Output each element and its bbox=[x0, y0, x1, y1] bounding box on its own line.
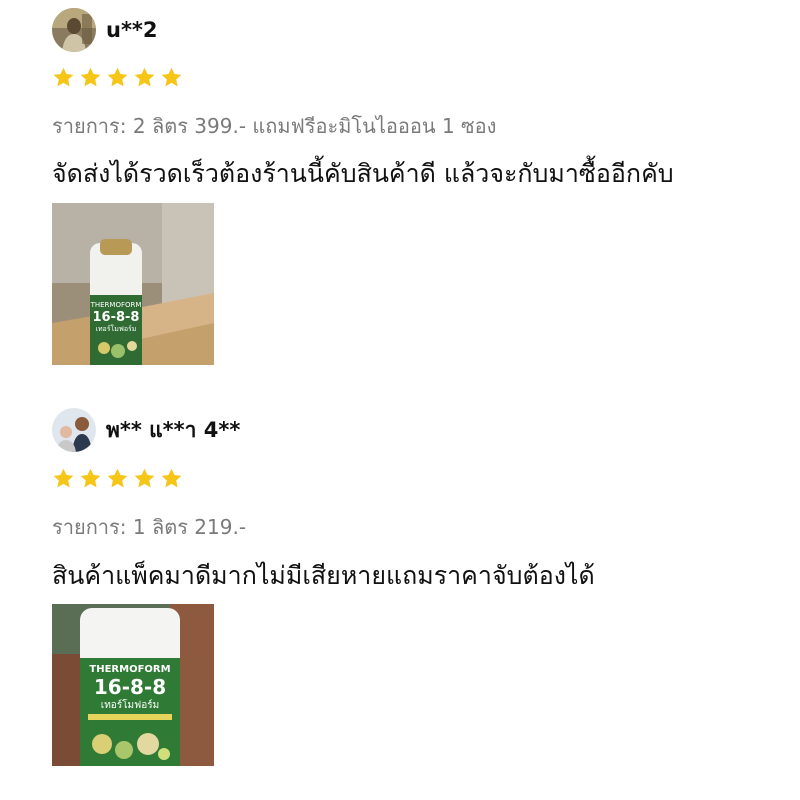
star-icon bbox=[134, 67, 155, 87]
avatar[interactable] bbox=[52, 408, 96, 452]
bottle-grade: 16-8-8 bbox=[93, 310, 140, 325]
star-icon bbox=[161, 468, 182, 488]
bottle-brand: THERMOFORM bbox=[89, 664, 170, 675]
purchased-variant: รายการ: 1 ลิตร 219.- bbox=[52, 515, 247, 539]
star-icon bbox=[161, 67, 182, 87]
bottle-grade: 16-8-8 bbox=[94, 675, 166, 699]
star-icon bbox=[53, 67, 74, 87]
bottle-thai-name: เทอร์โมฟอร์ม bbox=[96, 324, 137, 333]
avatar[interactable] bbox=[52, 8, 96, 52]
review-photo[interactable]: THERMOFORM 16-8-8 เทอร์โมฟอร์ม bbox=[52, 203, 214, 365]
star-icon bbox=[53, 468, 74, 488]
rating-stars bbox=[52, 467, 183, 490]
star-icon bbox=[80, 67, 101, 87]
review-comment: จัดส่งได้รวดเร็วต้องร้านนี้คับสินค้าดี แ… bbox=[52, 159, 674, 188]
star-icon bbox=[107, 468, 128, 488]
star-icon bbox=[80, 468, 101, 488]
bottle-brand: THERMOFORM bbox=[90, 301, 142, 309]
review-comment: สินค้าแพ็คมาดีมากไม่มีเสียหายแถมราคาจับต… bbox=[52, 561, 595, 590]
rating-stars bbox=[52, 66, 183, 89]
purchased-variant: รายการ: 2 ลิตร 399.- แถมฟรีอะมิโนไอออน 1… bbox=[52, 114, 497, 138]
username: u**2 bbox=[106, 18, 158, 42]
review-photo[interactable]: THERMOFORM 16-8-8 เทอร์โมฟอร์ม bbox=[52, 604, 214, 766]
bottle-thai-name: เทอร์โมฟอร์ม bbox=[101, 698, 159, 711]
review-header: u**2 bbox=[52, 8, 158, 52]
username: พ** แ**า 4** bbox=[106, 417, 241, 442]
star-icon bbox=[134, 468, 155, 488]
review-header: พ** แ**า 4** bbox=[52, 408, 240, 452]
star-icon bbox=[107, 67, 128, 87]
